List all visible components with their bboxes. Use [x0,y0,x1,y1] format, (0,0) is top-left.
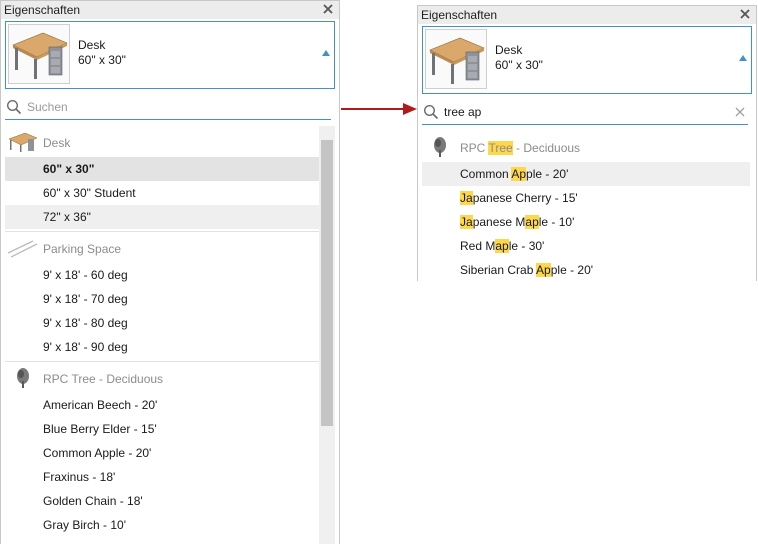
search-input[interactable] [444,104,704,120]
list-item[interactable]: 9' x 18' - 80 deg [5,311,319,335]
panel-title: Eigenschaften [4,3,81,17]
type-selector[interactable]: Desk 60" x 30" [422,26,752,94]
list-item[interactable]: 9' x 18' - 60 deg [5,263,319,287]
group-label: Desk [43,136,71,150]
group-header: Parking Space [5,232,319,263]
group-header: RPC Tree - Deciduous [5,362,319,393]
properties-panel-right: Eigenschaften Desk 60" x 30" tree ap RPC… [417,5,757,281]
group-header: Desk [5,126,319,157]
group-label: Parking Space [43,242,122,256]
type-selector[interactable]: Desk 60" x 30" [5,21,335,89]
list-item[interactable]: Golden Chain - 18' [5,489,319,513]
panel-titlebar: Eigenschaften [1,1,339,19]
tree-icon [434,137,446,157]
desk-thumbnail [425,29,487,89]
desk-icon [12,32,68,79]
close-icon[interactable] [321,2,335,16]
list-item[interactable]: Fraxinus - 18' [5,465,319,489]
search-box[interactable] [422,102,748,125]
type-dimensions: 60" x 30" [78,53,126,67]
list-item[interactable]: Blue Berry Elder - 15' [5,417,319,441]
list-item[interactable]: 9' x 18' - 90 deg [5,335,319,359]
tree-icon [17,368,29,388]
search-box[interactable] [5,97,331,120]
list-item[interactable]: 9' x 18' - 70 deg [5,287,319,311]
type-dimensions: 60" x 30" [495,58,543,72]
panel-title: Eigenschaften [421,8,498,22]
list-item[interactable]: 72" x 36" [5,205,319,229]
desk-thumbnail [8,24,70,84]
group-header: RPC Tree - Deciduous [422,131,750,162]
properties-panel-left: Eigenschaften Desk 60" x 30" Suchen Desk… [0,0,340,544]
search-input[interactable] [27,99,287,115]
list-item[interactable]: Common Apple - 20' [422,162,750,186]
dropdown-arrow-icon[interactable] [739,55,747,61]
panel-titlebar: Eigenschaften [418,6,756,24]
type-list: Desk 60" x 30" 60" x 30" Student 72" x 36" P… [5,126,319,544]
search-icon [423,104,439,120]
list-item[interactable]: Siberian Crab Apple - 20' [422,258,750,281]
desk-icon [429,37,485,84]
search-icon [6,99,22,115]
group-label: RPC Tree - Deciduous [43,372,164,386]
list-item[interactable]: Japanese Cherry - 15' [422,186,750,210]
scrollbar-thumb[interactable] [321,140,333,426]
list-item[interactable]: 60" x 30" Student [5,181,319,205]
type-name: Desk [78,38,106,52]
parking-space-icon [7,240,38,258]
list-item[interactable]: 60" x 30" [5,157,319,181]
type-list: RPC Tree - Deciduous Common Apple - 20' J… [422,131,750,281]
list-item[interactable]: Common Apple - 20' [5,441,319,465]
list-item[interactable]: Red Maple - 30' [422,234,750,258]
scrollbar[interactable] [319,126,335,544]
desk-icon [8,132,38,152]
type-name: Desk [495,43,523,57]
group-label: RPC Tree - Deciduous [460,141,581,155]
list-item[interactable]: Japanese Maple - 10' [422,210,750,234]
close-icon[interactable] [738,7,752,21]
list-item[interactable]: Gray Birch - 10' [5,513,319,537]
clear-search-icon[interactable] [734,106,746,118]
dropdown-arrow-icon[interactable] [322,50,330,56]
arrow-icon [341,103,417,115]
list-item[interactable]: American Beech - 20' [5,393,319,417]
